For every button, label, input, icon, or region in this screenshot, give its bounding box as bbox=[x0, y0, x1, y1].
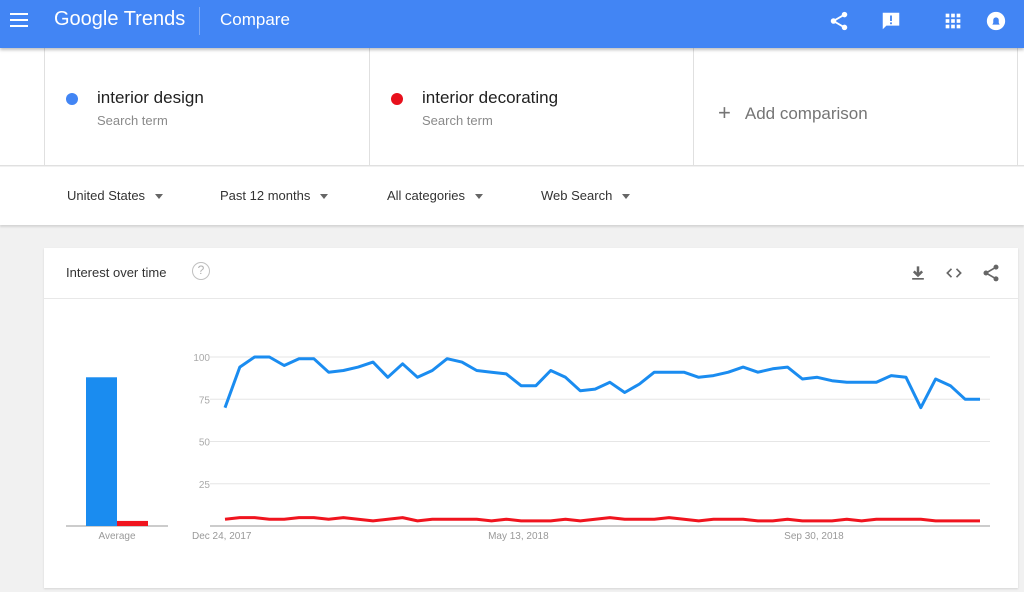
apps-icon[interactable] bbox=[942, 10, 964, 32]
interest-chart: 25 50 75 100 Dec 24, 2017 May 13, 2018 Sep 30,… bbox=[66, 353, 990, 542]
caret-down-icon bbox=[475, 194, 484, 200]
add-comparison-button[interactable]: + Add comparison bbox=[718, 99, 868, 125]
y-tick-label: 50 bbox=[199, 438, 211, 449]
y-tick-label: 100 bbox=[193, 353, 210, 364]
series-line bbox=[224, 516, 980, 523]
dropdown-label: United States bbox=[67, 188, 146, 203]
x-tick-label: May 13, 2018 bbox=[488, 531, 549, 542]
embed-icon[interactable] bbox=[944, 263, 964, 283]
x-tick-label: Sep 30, 2018 bbox=[784, 531, 844, 542]
category-dropdown[interactable]: All categories bbox=[387, 188, 484, 203]
dropdown-label: All categories bbox=[387, 188, 466, 203]
account-icon[interactable] bbox=[985, 10, 1007, 32]
caret-down-icon bbox=[622, 194, 631, 200]
average-label: Average bbox=[98, 531, 136, 542]
term-name[interactable]: interior decorating bbox=[422, 88, 558, 108]
term-type: Search term bbox=[422, 113, 493, 128]
term-color-dot bbox=[391, 93, 403, 105]
time-range-dropdown[interactable]: Past 12 months bbox=[220, 188, 329, 203]
top-app-bar: Google Trends Compare bbox=[0, 0, 1024, 48]
help-icon[interactable]: ? bbox=[192, 262, 210, 280]
search-type-dropdown[interactable]: Web Search bbox=[541, 188, 631, 203]
interest-over-time-card: Interest over time ? 25 50 75 100 Dec 24, 20… bbox=[44, 248, 1018, 588]
average-bar bbox=[86, 377, 117, 526]
share-icon[interactable] bbox=[981, 263, 1001, 283]
page-title: Compare bbox=[220, 10, 290, 29]
x-tick-label: Dec 24, 2017 bbox=[192, 531, 252, 542]
card-title: Interest over time bbox=[66, 265, 167, 280]
y-tick-label: 75 bbox=[199, 395, 211, 406]
term-color-dot bbox=[66, 93, 78, 105]
filters-bar: United States Past 12 months All categor… bbox=[0, 167, 1024, 225]
share-icon[interactable] bbox=[828, 10, 850, 32]
logo[interactable]: Google Trends bbox=[54, 8, 185, 31]
dropdown-label: Web Search bbox=[541, 188, 613, 203]
region-dropdown[interactable]: United States bbox=[67, 188, 164, 203]
series-line bbox=[223, 355, 980, 410]
search-terms-bar: interior design Search term interior dec… bbox=[0, 48, 1024, 166]
dropdown-label: Past 12 months bbox=[220, 188, 311, 203]
term-card-1[interactable]: interior design Search term bbox=[44, 48, 369, 166]
card-header: Interest over time ? bbox=[44, 248, 1018, 299]
term-card-2[interactable]: interior decorating Search term bbox=[369, 48, 693, 166]
divider bbox=[199, 7, 200, 35]
download-icon[interactable] bbox=[908, 263, 928, 283]
average-bar bbox=[117, 520, 148, 526]
feedback-icon[interactable] bbox=[880, 10, 902, 32]
term-type: Search term bbox=[97, 113, 168, 128]
caret-down-icon bbox=[320, 194, 329, 200]
y-tick-label: 25 bbox=[199, 480, 211, 491]
add-comparison-label: Add comparison bbox=[744, 104, 868, 123]
plus-icon: + bbox=[718, 100, 731, 125]
menu-icon[interactable] bbox=[10, 13, 28, 27]
caret-down-icon bbox=[155, 194, 164, 200]
term-name[interactable]: interior design bbox=[97, 88, 204, 108]
